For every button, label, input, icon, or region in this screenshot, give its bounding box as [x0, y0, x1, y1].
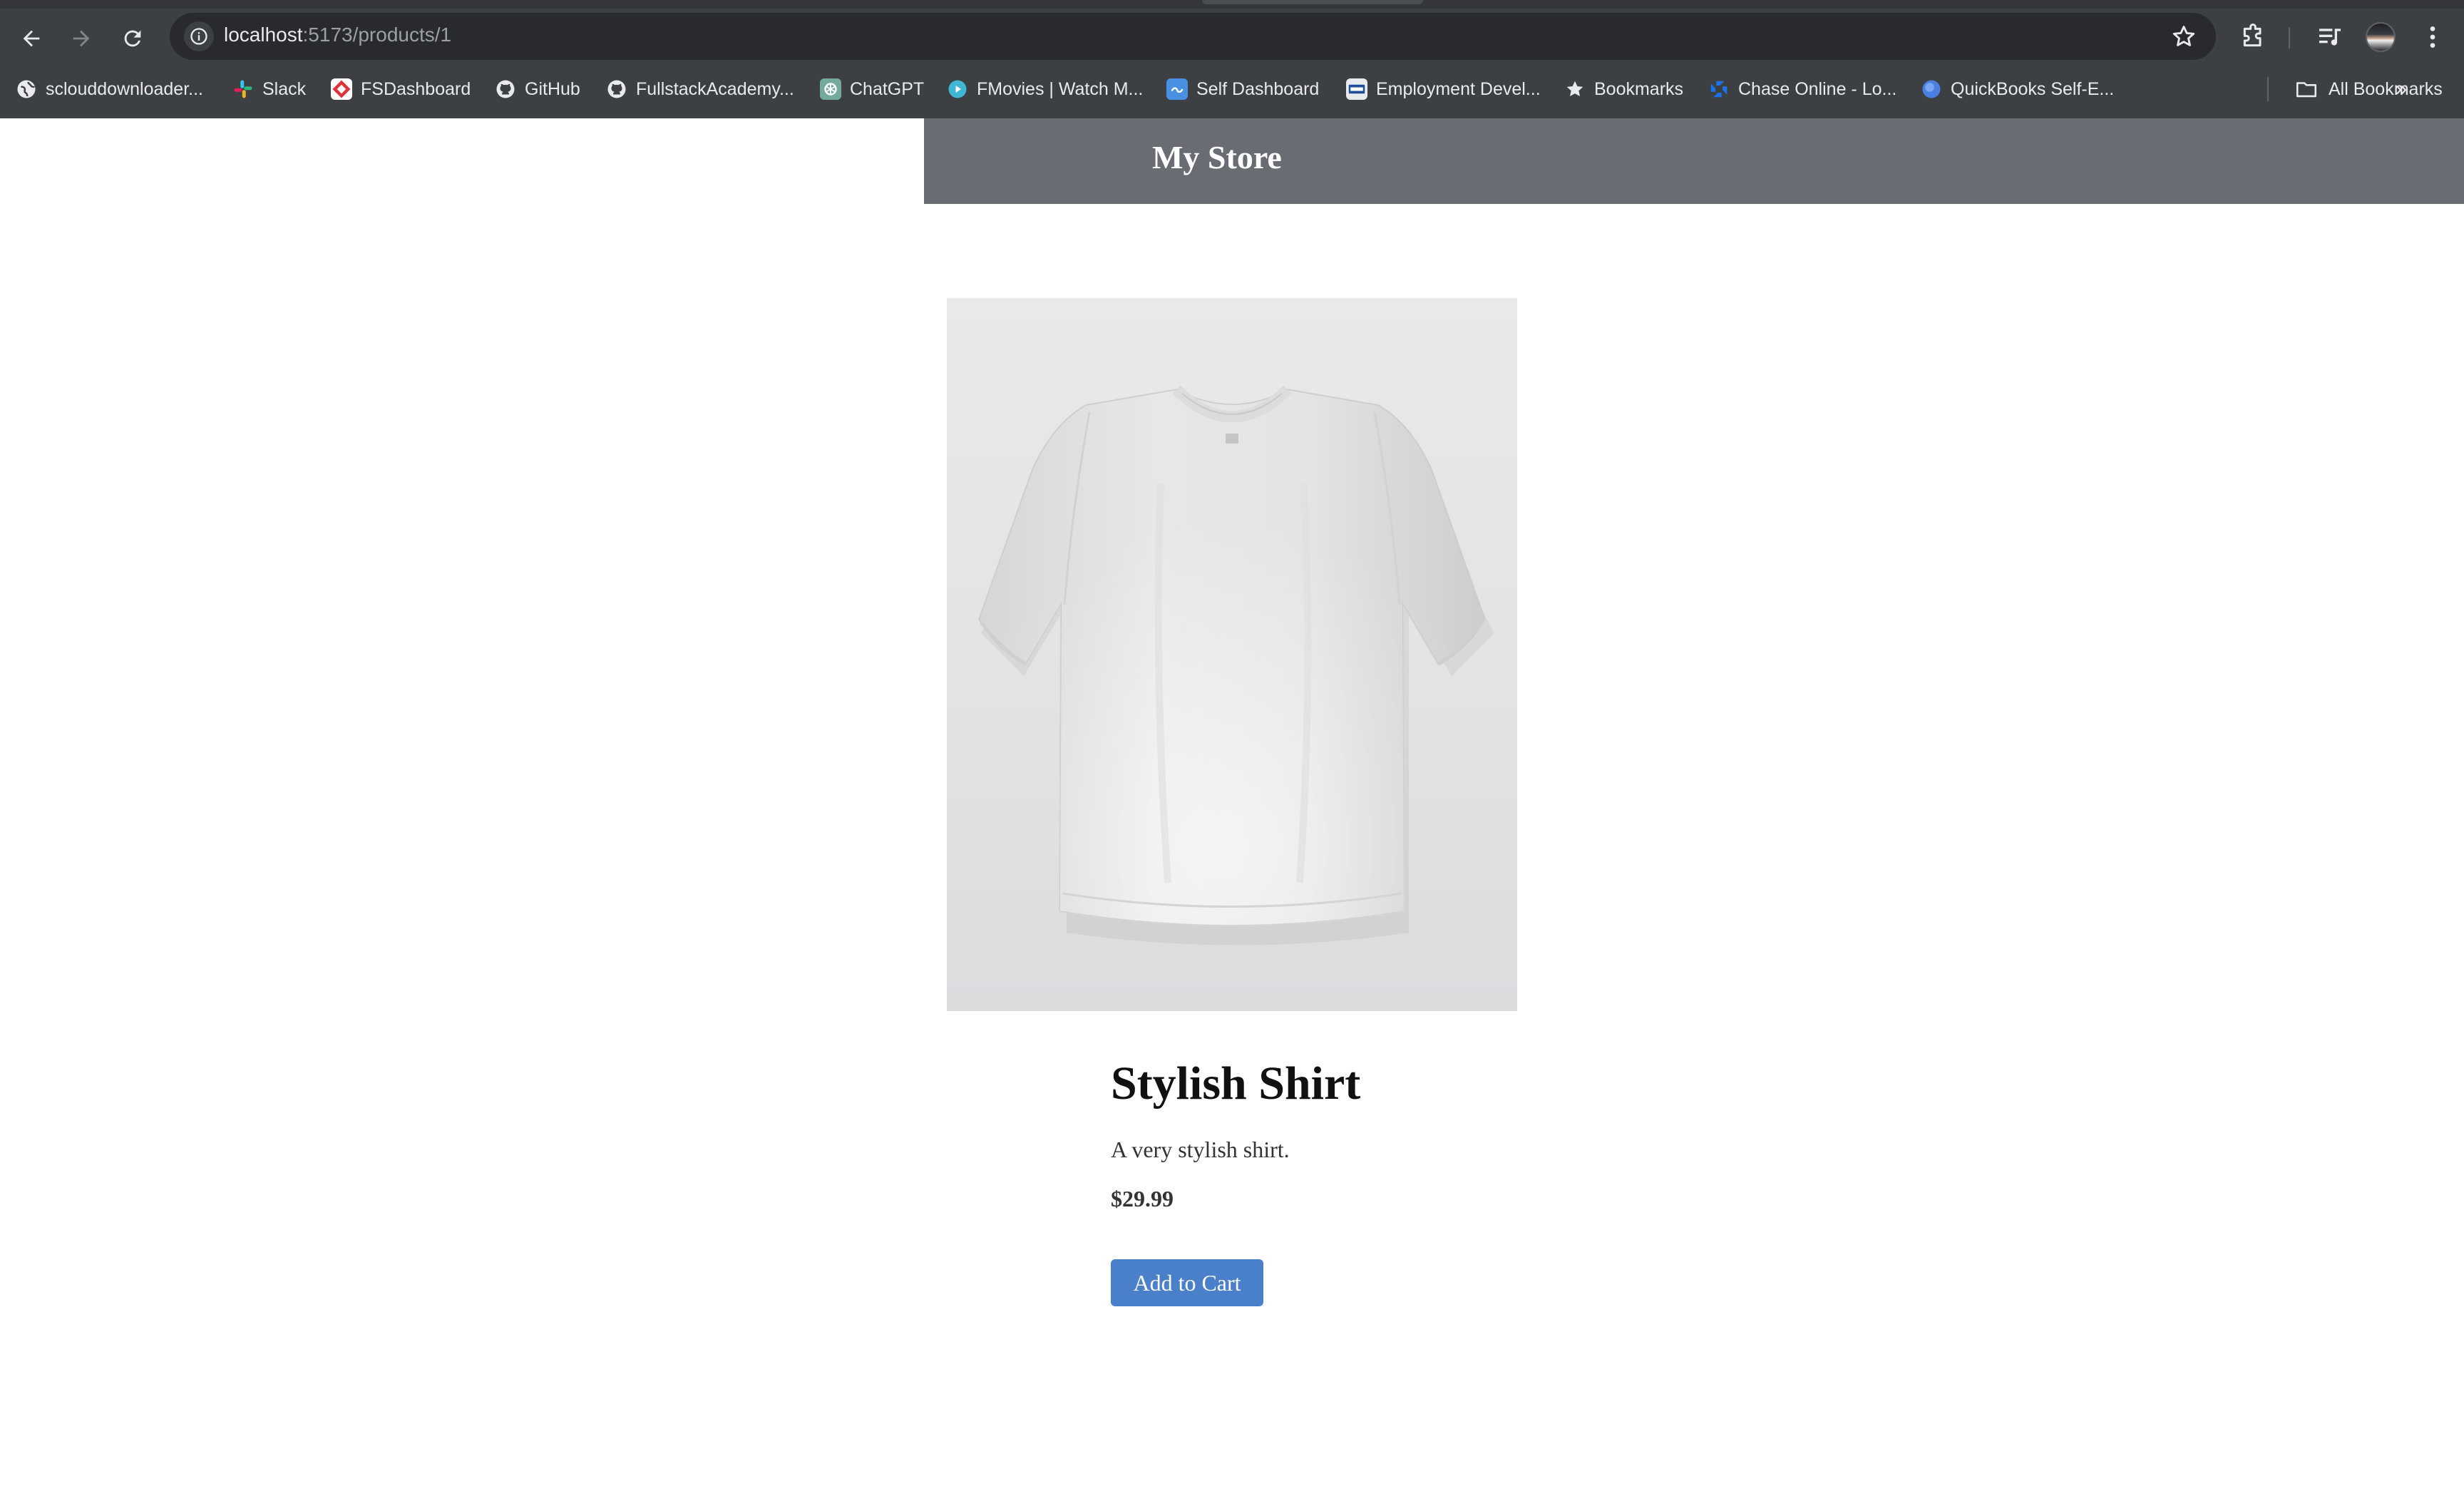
quickbooks-icon	[1921, 78, 1942, 100]
bookmark-label: QuickBooks Self-E...	[1951, 78, 2115, 99]
forward-arrow-icon	[73, 30, 90, 47]
bookmark-star-icon[interactable]	[2170, 23, 2197, 50]
toolbar-separator	[2289, 27, 2290, 48]
url-text[interactable]: localhost:5173/products/1	[224, 24, 451, 46]
product-price: $29.99	[1111, 1186, 1174, 1211]
product-image	[947, 298, 1517, 1011]
bookmark-label: FSDashboard	[361, 78, 471, 99]
bookmark-sclouddownloader[interactable]: sclouddownloader...	[16, 76, 203, 103]
address-bar[interactable]: localhost:5173/products/1	[170, 13, 2216, 60]
bookmark-fullstackacademy[interactable]: FullstackAcademy...	[606, 76, 794, 103]
star-icon	[1564, 78, 1586, 100]
bookmark-label: Bookmarks	[1594, 78, 1684, 99]
info-icon	[190, 28, 207, 45]
product-description: A very stylish shirt.	[1111, 1137, 1290, 1162]
bookmark-label: Employment Devel...	[1376, 78, 1541, 99]
bookmark-label: GitHub	[525, 78, 580, 99]
play-icon	[947, 78, 968, 100]
store-header: My Store	[924, 118, 2464, 204]
bookmark-label: ChatGPT	[850, 78, 925, 99]
bookmark-label: Slack	[262, 78, 307, 99]
browser-toolbar: localhost:5173/products/1	[0, 9, 2464, 66]
bookmark-chatgpt[interactable]: ChatGPT	[820, 76, 924, 103]
product-name: Stylish Shirt	[1111, 1057, 1361, 1110]
github-icon	[495, 78, 516, 100]
bookmark-label: FullstackAcademy...	[636, 78, 794, 99]
store-title[interactable]: My Store	[1152, 138, 1282, 176]
bookmark-label: FMovies | Watch M...	[977, 78, 1144, 99]
forward-button[interactable]	[61, 19, 101, 58]
url-host: localhost	[224, 24, 303, 46]
bookmark-slack[interactable]: Slack	[232, 76, 306, 103]
bookmark-label: Chase Online - Lo...	[1738, 78, 1897, 99]
all-bookmarks-button[interactable]: All Bookmarks	[2294, 76, 2443, 103]
bookmark-fmovies[interactable]: FMovies | Watch M...	[947, 76, 1143, 103]
bookmark-label: sclouddownloader...	[46, 78, 203, 99]
back-arrow-icon	[23, 30, 40, 47]
bookmark-fsdashboard[interactable]: FSDashboard	[331, 76, 471, 103]
self-dashboard-icon	[1166, 78, 1188, 100]
bookmarks-bar: sclouddownloader... Slack FSDashboard Gi…	[0, 71, 2464, 107]
globe-icon	[16, 78, 37, 100]
github-icon	[606, 78, 627, 100]
bookmark-quickbooks[interactable]: QuickBooks Self-E...	[1921, 76, 2114, 103]
bookmark-github[interactable]: GitHub	[495, 76, 580, 103]
bookmark-bookmarks[interactable]: Bookmarks	[1564, 76, 1683, 103]
edd-icon	[1346, 78, 1367, 100]
reload-button[interactable]	[113, 19, 153, 58]
site-info-button[interactable]	[184, 21, 214, 51]
tshirt-image	[977, 385, 1494, 946]
slack-icon	[232, 78, 254, 100]
back-button[interactable]	[11, 19, 51, 58]
media-control-icon[interactable]	[2316, 23, 2344, 51]
kebab-menu-icon[interactable]	[2418, 23, 2447, 51]
extensions-icon[interactable]	[2239, 23, 2267, 51]
bookmark-label: Self Dashboard	[1196, 78, 1320, 99]
chatgpt-icon	[820, 78, 841, 100]
tab-strip	[0, 0, 2464, 9]
all-bookmarks-label: All Bookmarks	[2329, 78, 2443, 99]
bookmark-employment-development[interactable]: Employment Devel...	[1346, 76, 1541, 103]
folder-icon	[2296, 82, 2317, 98]
browser-chrome: localhost:5173/products/1 sclouddownload…	[0, 0, 2464, 118]
url-path: :5173/products/1	[302, 24, 452, 46]
fsdashboard-icon	[331, 78, 352, 100]
bookmark-chase-online[interactable]: Chase Online - Lo...	[1708, 76, 1896, 103]
active-tab-edge[interactable]	[1202, 0, 1423, 4]
add-to-cart-button[interactable]: Add to Cart	[1111, 1259, 1263, 1306]
bookmark-self-dashboard[interactable]: Self Dashboard	[1166, 76, 1319, 103]
profile-avatar[interactable]	[2366, 22, 2396, 52]
reload-icon	[124, 30, 141, 47]
chase-icon	[1708, 78, 1730, 100]
bookmarks-separator	[2267, 77, 2269, 101]
